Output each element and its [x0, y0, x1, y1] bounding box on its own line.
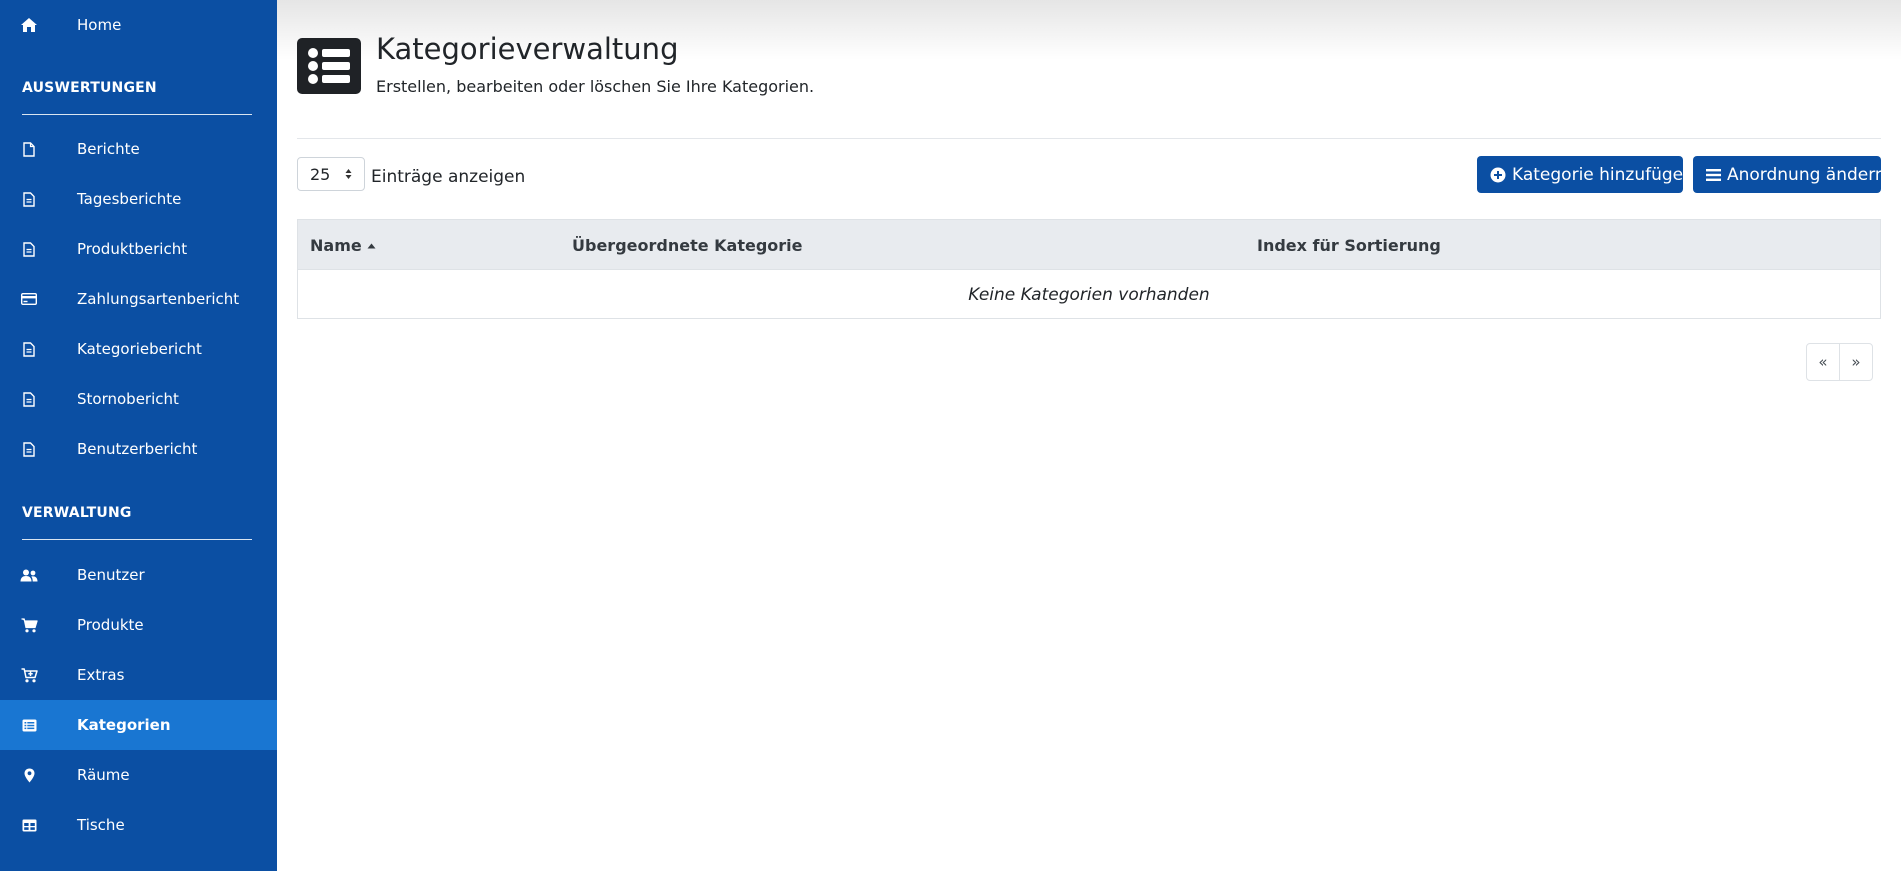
page-title: Kategorieverwaltung [376, 32, 679, 66]
sidebar-item-label: Produktbericht [77, 240, 188, 258]
add-category-button[interactable]: Kategorie hinzufügen [1477, 156, 1694, 193]
table-icon [20, 816, 38, 834]
sidebar-item-label: Tische [77, 816, 125, 834]
column-header-sort-index[interactable]: Index für Sortierung [1257, 236, 1441, 255]
sidebar-item-label: Benutzerbericht [77, 440, 198, 458]
page-size-value: 25 [310, 165, 331, 184]
users-icon [20, 566, 38, 584]
file-text-icon [20, 190, 38, 208]
list-icon [20, 716, 38, 734]
page-size-select[interactable]: 25 [297, 157, 365, 191]
sidebar-item-produktbericht[interactable]: Produktbericht [0, 224, 277, 274]
page-subtitle: Erstellen, bearbeiten oder löschen Sie I… [376, 77, 815, 96]
categories-table: Name Übergeordnete Kategorie Index für S… [297, 219, 1881, 319]
column-header-parent[interactable]: Übergeordnete Kategorie [572, 236, 803, 255]
cart-icon [20, 616, 38, 634]
sidebar-item-tagesberichte[interactable]: Tagesberichte [0, 174, 277, 224]
table-header: Name Übergeordnete Kategorie Index für S… [298, 220, 1880, 270]
sidebar-item-label: Stornobericht [77, 390, 179, 408]
cart-plus-icon [20, 666, 38, 684]
sidebar-item-label: Produkte [77, 616, 144, 634]
sidebar-item-label: Zahlungsartenbericht [77, 290, 240, 308]
entries-label: Einträge anzeigen [371, 167, 526, 187]
sidebar: Home AUSWERTUNGEN Berichte Tagesberichte… [0, 0, 277, 871]
sidebar-item-extras[interactable]: Extras [0, 650, 277, 700]
pagination-next-button[interactable]: » [1839, 343, 1873, 381]
sidebar-item-benutzerbericht[interactable]: Benutzerbericht [0, 424, 277, 474]
home-icon [20, 16, 38, 34]
change-order-button[interactable]: Anordnung ändern [1693, 156, 1886, 193]
plus-circle-icon [1490, 167, 1506, 183]
sidebar-item-kategoriebericht[interactable]: Kategoriebericht [0, 324, 277, 374]
empty-message: Keine Kategorien vorhanden [968, 285, 1210, 305]
sidebar-item-tische[interactable]: Tische [0, 800, 277, 850]
sidebar-item-label: Berichte [77, 140, 140, 158]
credit-card-icon [20, 290, 38, 308]
section-divider [22, 539, 252, 540]
add-category-label: Kategorie hinzufügen [1512, 164, 1694, 185]
file-text-icon [20, 440, 38, 458]
file-text-icon [20, 340, 38, 358]
header-divider [297, 138, 1881, 139]
sidebar-item-label: Kategorien [77, 716, 171, 734]
column-label: Name [310, 236, 362, 255]
sidebar-item-kategorien[interactable]: Kategorien [0, 700, 277, 750]
column-header-name[interactable]: Name [310, 236, 376, 255]
sort-asc-icon [367, 243, 376, 249]
bars-icon [1706, 168, 1721, 182]
file-icon [20, 140, 38, 158]
sidebar-item-label: Home [77, 16, 122, 34]
sidebar-item-benutzer[interactable]: Benutzer [0, 550, 277, 600]
sidebar-item-label: Tagesberichte [77, 190, 182, 208]
file-text-icon [20, 240, 38, 258]
map-pin-icon [20, 766, 38, 784]
file-text-icon [20, 390, 38, 408]
sidebar-item-label: Räume [77, 766, 130, 784]
section-title-admin: VERWALTUNG [22, 505, 132, 521]
pagination-prev-button[interactable]: « [1806, 343, 1840, 381]
section-title-reports: AUSWERTUNGEN [22, 80, 157, 96]
sidebar-item-home[interactable]: Home [0, 0, 277, 50]
sidebar-item-produkte[interactable]: Produkte [0, 600, 277, 650]
sidebar-item-raeume[interactable]: Räume [0, 750, 277, 800]
sidebar-item-label: Extras [77, 666, 125, 684]
sort-caret-icon [345, 168, 352, 180]
change-order-label: Anordnung ändern [1727, 164, 1886, 185]
list-icon [297, 38, 361, 94]
sidebar-item-label: Benutzer [77, 566, 145, 584]
sidebar-item-berichte[interactable]: Berichte [0, 124, 277, 174]
section-divider [22, 114, 252, 115]
sidebar-item-stornobericht[interactable]: Stornobericht [0, 374, 277, 424]
sidebar-item-zahlungsartenbericht[interactable]: Zahlungsartenbericht [0, 274, 277, 324]
sidebar-item-label: Kategoriebericht [77, 340, 202, 358]
